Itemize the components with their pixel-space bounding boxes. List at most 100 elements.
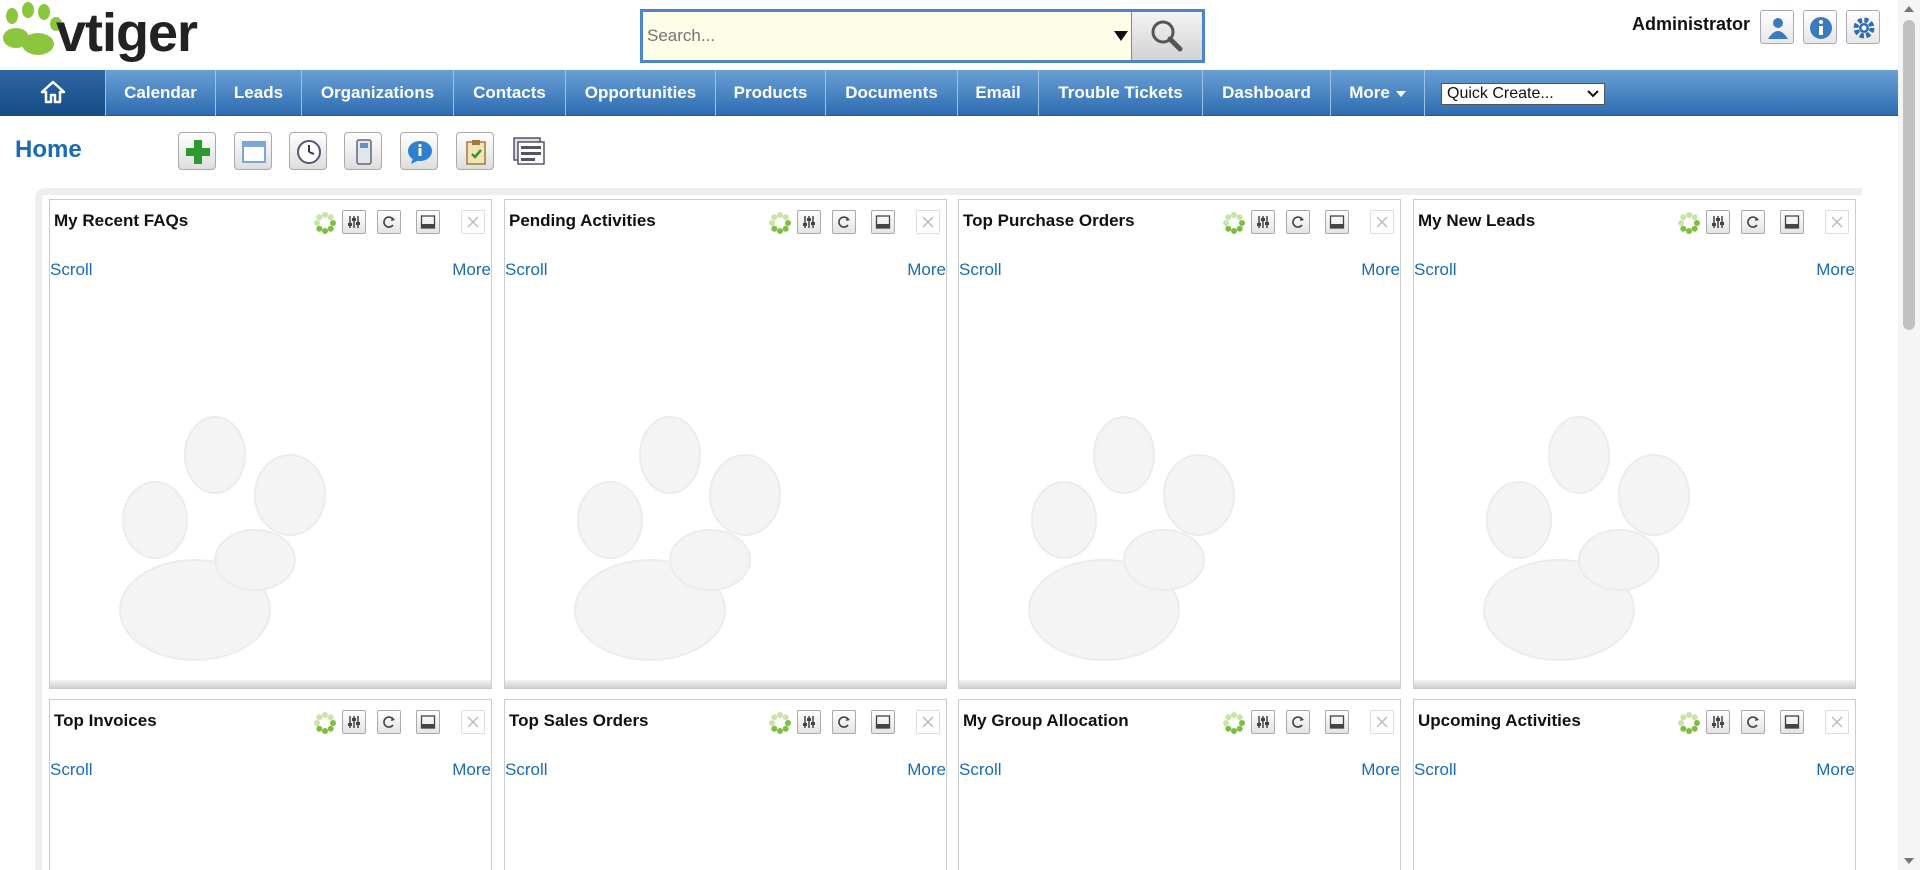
widget-title[interactable]: Top Purchase Orders [963, 211, 1135, 231]
calendar-widget-icon [242, 141, 266, 163]
nav-products[interactable]: Products [716, 70, 826, 116]
nav-organizations[interactable]: Organizations [302, 70, 454, 116]
widget-more-link[interactable]: More [907, 260, 946, 280]
close-icon[interactable] [461, 710, 485, 734]
clipboard-button[interactable] [456, 132, 494, 170]
settings-sliders-icon[interactable] [342, 710, 366, 734]
minimize-icon[interactable] [1780, 210, 1804, 234]
minimize-icon[interactable] [416, 710, 440, 734]
widget-title[interactable]: Top Sales Orders [509, 711, 649, 731]
calendar-widget-button[interactable] [234, 132, 272, 170]
minimize-icon[interactable] [1325, 210, 1349, 234]
close-icon[interactable] [1825, 210, 1849, 234]
widget-title[interactable]: My Recent FAQs [54, 211, 188, 231]
refresh-icon[interactable] [1286, 710, 1310, 734]
refresh-icon[interactable] [377, 210, 401, 234]
minimize-icon[interactable] [1325, 710, 1349, 734]
nav-dashboard[interactable]: Dashboard [1203, 70, 1331, 116]
widget-scroll-link[interactable]: Scroll [959, 760, 1002, 780]
user-name[interactable]: Administrator [1632, 14, 1750, 35]
chat-button[interactable] [400, 132, 438, 170]
widget-more-link[interactable]: More [1816, 260, 1855, 280]
calculator-button[interactable] [344, 132, 382, 170]
info-icon[interactable] [1803, 10, 1837, 44]
widget-title[interactable]: Pending Activities [509, 211, 656, 231]
widget-more-link[interactable]: More [1361, 760, 1400, 780]
scroll-down-icon[interactable] [1904, 858, 1914, 864]
widget-title[interactable]: My Group Allocation [963, 711, 1129, 731]
refresh-icon[interactable] [832, 210, 856, 234]
minimize-icon[interactable] [871, 710, 895, 734]
scrollbar-thumb[interactable] [1903, 20, 1915, 330]
settings-sliders-icon[interactable] [797, 210, 821, 234]
settings-sliders-icon[interactable] [1706, 210, 1730, 234]
nav-contacts[interactable]: Contacts [454, 70, 566, 116]
widget-more-link[interactable]: More [1361, 260, 1400, 280]
widget-more-link[interactable]: More [907, 760, 946, 780]
nav-more[interactable]: More [1331, 70, 1425, 116]
search-input[interactable] [647, 18, 1107, 54]
close-icon[interactable] [916, 210, 940, 234]
settings-sliders-icon[interactable] [342, 210, 366, 234]
widget-watermark [540, 400, 840, 675]
settings-sliders-icon[interactable] [1251, 210, 1275, 234]
close-icon[interactable] [461, 210, 485, 234]
paw-watermark-icon [119, 416, 326, 661]
widget-title[interactable]: Upcoming Activities [1418, 711, 1581, 731]
settings-sliders-icon[interactable] [1251, 710, 1275, 734]
widget-scroll-link[interactable]: Scroll [505, 760, 548, 780]
loading-spinner-icon [312, 710, 338, 736]
widget-scroll-link[interactable]: Scroll [1414, 760, 1457, 780]
widget-scroll-link[interactable]: Scroll [959, 260, 1002, 280]
clock-icon [297, 140, 321, 164]
settings-sliders-icon[interactable] [797, 710, 821, 734]
close-icon[interactable] [1825, 710, 1849, 734]
nav-trouble-tickets[interactable]: Trouble Tickets [1039, 70, 1203, 116]
minimize-icon[interactable] [871, 210, 895, 234]
widget-scroll-link[interactable]: Scroll [1414, 260, 1457, 280]
settings-sliders-icon[interactable] [1706, 710, 1730, 734]
close-icon[interactable] [916, 710, 940, 734]
main-nav: Calendar Leads Organizations Contacts Op… [0, 70, 1898, 116]
refresh-icon[interactable] [1741, 210, 1765, 234]
widget-my-new-leads: My New Leads Scroll More [1413, 199, 1856, 689]
widget-more-link[interactable]: More [452, 760, 491, 780]
close-icon[interactable] [1370, 710, 1394, 734]
gear-icon[interactable] [1846, 10, 1880, 44]
nav-leads[interactable]: Leads [216, 70, 302, 116]
widget-pending-activities: Pending Activities Scroll More [504, 199, 947, 689]
refresh-icon[interactable] [1286, 210, 1310, 234]
close-icon[interactable] [1370, 210, 1394, 234]
loading-spinner-icon [1221, 210, 1247, 236]
widget-more-link[interactable]: More [452, 260, 491, 280]
loading-spinner-icon [1221, 710, 1247, 736]
clock-button[interactable] [289, 132, 327, 170]
page-scrollbar[interactable] [1898, 0, 1920, 870]
widget-watermark [994, 400, 1294, 675]
minimize-icon[interactable] [416, 210, 440, 234]
nav-documents[interactable]: Documents [826, 70, 958, 116]
page: vtiger Administrator Calendar Leads [0, 0, 1920, 870]
nav-calendar[interactable]: Calendar [106, 70, 216, 116]
refresh-icon[interactable] [832, 710, 856, 734]
nav-opportunities[interactable]: Opportunities [566, 70, 716, 116]
refresh-icon[interactable] [377, 710, 401, 734]
widget-title[interactable]: Top Invoices [54, 711, 157, 731]
nav-home[interactable] [0, 70, 106, 116]
widget-scroll-link[interactable]: Scroll [50, 260, 93, 280]
refresh-icon[interactable] [1741, 710, 1765, 734]
widget-scroll-link[interactable]: Scroll [50, 760, 93, 780]
layout-button[interactable] [512, 134, 546, 168]
widget-scroll-link[interactable]: Scroll [505, 260, 548, 280]
quick-create-select[interactable]: Quick Create... [1441, 83, 1605, 105]
nav-email[interactable]: Email [958, 70, 1039, 116]
minimize-icon[interactable] [1780, 710, 1804, 734]
add-widget-button[interactable] [178, 132, 216, 170]
scroll-up-icon[interactable] [1904, 6, 1914, 12]
vtiger-logo[interactable]: vtiger [0, 0, 250, 70]
search-button[interactable] [1131, 12, 1202, 60]
user-icon[interactable] [1760, 10, 1794, 44]
widget-more-link[interactable]: More [1816, 760, 1855, 780]
widget-title[interactable]: My New Leads [1418, 211, 1535, 231]
widget-top-purchase-orders: Top Purchase Orders Scroll More [958, 199, 1401, 689]
